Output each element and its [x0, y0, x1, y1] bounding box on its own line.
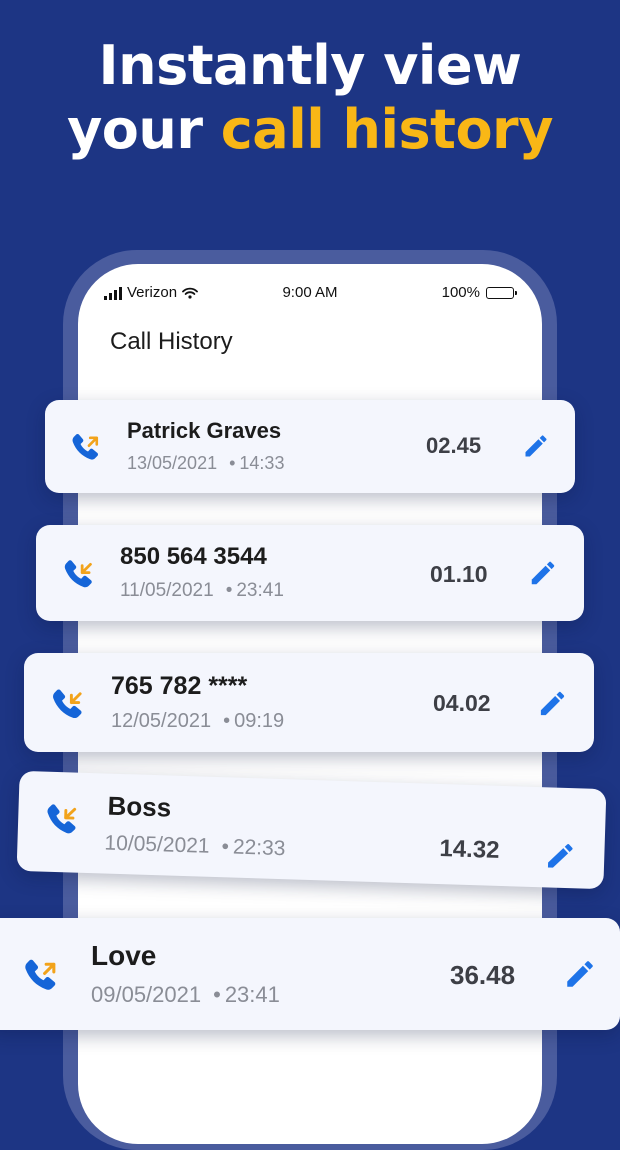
call-duration: 14.32	[439, 835, 500, 864]
screen-title: Call History	[110, 328, 233, 355]
call-datetime: 10/05/2021 • 22:33	[104, 832, 286, 862]
status-right: 100%	[441, 284, 517, 301]
headline-accent: call history	[220, 98, 554, 161]
call-history-item[interactable]: Patrick Graves 13/05/2021 • 14:33 02.45	[45, 400, 575, 493]
separator-dot: •	[213, 982, 221, 1007]
call-date: 13/05/2021	[127, 453, 218, 473]
outgoing-call-icon	[68, 430, 102, 469]
separator-dot: •	[223, 710, 231, 732]
call-datetime: 11/05/2021 • 23:41	[120, 580, 284, 602]
incoming-call-icon	[60, 556, 96, 597]
edit-icon[interactable]	[544, 839, 577, 877]
call-date: 09/05/2021	[91, 982, 202, 1007]
call-history-item[interactable]: 765 782 **** 12/05/2021 • 09:19 04.02	[24, 653, 594, 752]
headline-line-2: your call history	[0, 98, 620, 162]
battery-icon	[486, 286, 517, 299]
battery-percent: 100%	[441, 284, 480, 301]
separator-dot: •	[229, 453, 236, 473]
call-date: 10/05/2021	[104, 831, 210, 858]
call-datetime: 13/05/2021 • 14:33	[127, 453, 284, 474]
edit-icon[interactable]	[563, 957, 597, 996]
call-history-item[interactable]: Boss 10/05/2021 • 22:33 14.32	[16, 770, 607, 890]
call-time: 09:19	[234, 710, 285, 732]
call-datetime: 12/05/2021 • 09:19	[111, 710, 284, 733]
call-history-item[interactable]: Love 09/05/2021 • 23:41 36.48	[0, 918, 620, 1030]
edit-icon[interactable]	[537, 688, 568, 724]
call-date: 12/05/2021	[111, 710, 212, 732]
call-duration: 01.10	[430, 561, 488, 587]
edit-icon[interactable]	[522, 432, 550, 465]
headline-line-2-prefix: your	[67, 98, 221, 161]
call-duration: 36.48	[450, 960, 516, 990]
call-history-item[interactable]: 850 564 3544 11/05/2021 • 23:41 01.10	[36, 525, 584, 621]
caller-name: 765 782 ****	[111, 672, 248, 700]
caller-name: Love	[91, 940, 157, 971]
promo-headline: Instantly view your call history	[0, 34, 620, 162]
call-time: 22:33	[232, 835, 286, 861]
incoming-call-icon	[48, 685, 86, 728]
separator-dot: •	[221, 835, 230, 859]
call-duration: 04.02	[433, 690, 491, 716]
edit-icon[interactable]	[528, 558, 558, 593]
incoming-call-icon	[41, 800, 80, 844]
call-duration: 02.45	[426, 433, 482, 458]
headline-line-1: Instantly view	[98, 34, 522, 97]
outgoing-call-icon	[20, 955, 60, 1000]
call-time: 23:41	[236, 580, 284, 601]
caller-name: Boss	[107, 790, 172, 823]
status-bar: Verizon 9:00 AM 100%	[78, 284, 542, 304]
caller-name: 850 564 3544	[120, 543, 267, 570]
call-time: 23:41	[224, 982, 280, 1007]
call-time: 14:33	[239, 453, 285, 473]
call-date: 11/05/2021	[120, 580, 214, 601]
call-datetime: 09/05/2021 • 23:41	[91, 982, 280, 1008]
caller-name: Patrick Graves	[127, 418, 282, 443]
separator-dot: •	[225, 580, 233, 601]
